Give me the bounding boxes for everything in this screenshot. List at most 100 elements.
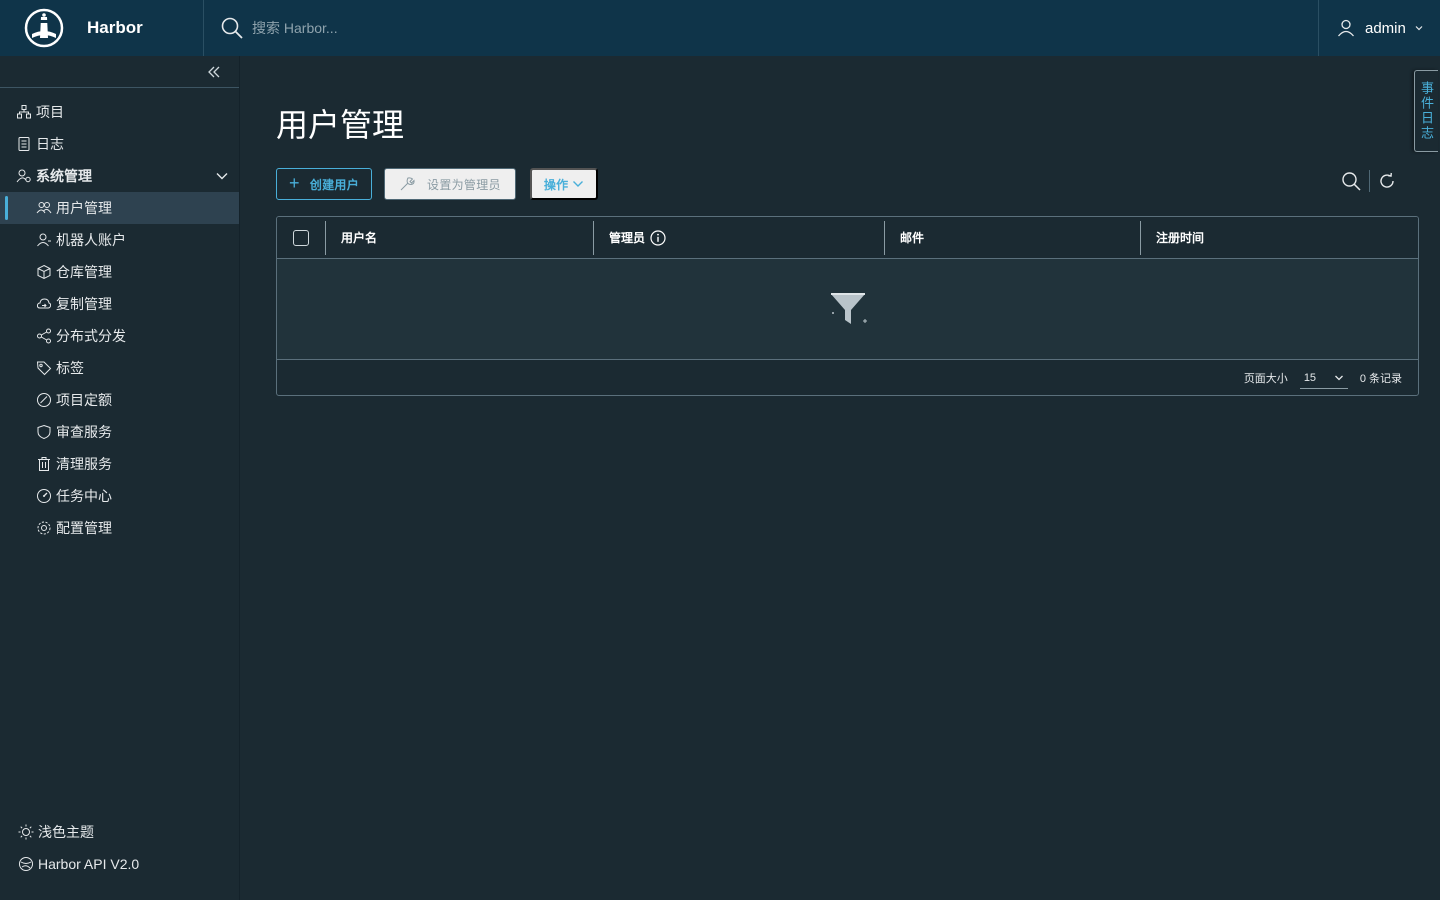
chevron-down-icon xyxy=(1415,26,1423,31)
select-all-cell xyxy=(277,217,325,259)
search-input[interactable] xyxy=(252,20,652,36)
sidebar-group-label: 系统管理 xyxy=(36,168,92,184)
set-admin-label: 设置为管理员 xyxy=(427,177,501,192)
sidebar-item-projects[interactable]: 项目 xyxy=(0,96,239,128)
sidebar-item-labels[interactable]: 标签 xyxy=(0,352,239,384)
sidebar-item-replications[interactable]: 复制管理 xyxy=(0,288,239,320)
sidebar: 项目 日志 系统管理 用户管理 机器人账户 仓库管理 复制管理 分布式分发 标签… xyxy=(0,56,240,900)
sidebar-item-label: 日志 xyxy=(36,136,64,152)
double-chevron-left-icon xyxy=(208,66,220,77)
event-log-tab[interactable]: 事件日志 xyxy=(1414,70,1438,152)
wrench-icon xyxy=(400,177,415,191)
chevron-down-icon xyxy=(1334,375,1343,380)
create-user-button[interactable]: + 创建用户 xyxy=(276,168,373,200)
tag-icon xyxy=(36,361,52,376)
toolbar: + 创建用户 设置为管理员 操作 xyxy=(276,168,599,200)
page-size-select[interactable]: 15 xyxy=(1299,367,1348,389)
sidebar-item-logs[interactable]: 日志 xyxy=(0,128,239,160)
api-explorer-link[interactable]: Harbor API V2.0 xyxy=(0,848,240,880)
sidebar-item-label: 清理服务 xyxy=(56,456,112,472)
column-label: 注册时间 xyxy=(1156,231,1205,245)
sidebar-footer: 浅色主题 Harbor API V2.0 xyxy=(0,816,240,880)
column-header-username[interactable]: 用户名 xyxy=(325,217,593,259)
page-title: 用户管理 xyxy=(276,107,405,143)
shield-icon xyxy=(37,424,51,440)
quota-icon xyxy=(37,393,51,407)
replication-icon xyxy=(36,298,52,309)
sidebar-item-label: 机器人账户 xyxy=(56,232,126,248)
sidebar-item-label: 配置管理 xyxy=(56,520,112,536)
plus-icon: + xyxy=(289,172,300,193)
projects-icon xyxy=(17,105,31,119)
column-header-email[interactable]: 邮件 xyxy=(884,217,1140,259)
sidebar-item-label: 用户管理 xyxy=(56,200,112,216)
event-log-label: 事件日志 xyxy=(1419,81,1434,141)
logs-icon xyxy=(18,137,30,151)
sidebar-item-distributions[interactable]: 分布式分发 xyxy=(0,320,239,352)
sidebar-item-project-quotas[interactable]: 项目定额 xyxy=(0,384,239,416)
trash-icon xyxy=(38,457,50,471)
registry-icon xyxy=(37,264,51,280)
column-label: 管理员 xyxy=(609,231,646,245)
global-search xyxy=(220,0,1320,56)
page-size-label: 页面大小 xyxy=(1243,373,1288,385)
gear-icon xyxy=(37,521,51,535)
page-size-value: 15 xyxy=(1303,371,1317,384)
sidebar-item-configuration[interactable]: 配置管理 xyxy=(0,512,239,544)
sidebar-item-label: 标签 xyxy=(56,360,84,376)
column-header-registration-time[interactable]: 注册时间 xyxy=(1140,217,1418,259)
search-icon xyxy=(221,17,243,39)
sidebar-item-label: 仓库管理 xyxy=(56,264,112,280)
sidebar-item-interrogation-services[interactable]: 审查服务 xyxy=(0,416,239,448)
total-records: 0 条记录 xyxy=(1359,373,1402,385)
user-menu[interactable]: admin xyxy=(1318,0,1440,56)
sidebar-group-system-admin[interactable]: 系统管理 xyxy=(0,160,239,192)
users-icon xyxy=(36,202,52,214)
api-explorer-label: Harbor API V2.0 xyxy=(38,856,140,872)
chevron-down-icon xyxy=(216,173,228,180)
sidebar-item-label: 审查服务 xyxy=(56,424,112,440)
tool-separator xyxy=(1369,170,1370,192)
brand[interactable]: Harbor xyxy=(0,0,204,56)
sidebar-item-label: 任务中心 xyxy=(56,488,112,504)
datagrid-header: 用户名 管理员 邮件 注册时间 xyxy=(277,217,1418,259)
admin-icon xyxy=(16,169,31,183)
datagrid-footer: 页面大小 15 0 条记录 xyxy=(277,360,1418,395)
top-header: Harbor admin xyxy=(0,0,1440,56)
column-label: 邮件 xyxy=(900,231,925,245)
select-all-checkbox[interactable] xyxy=(293,229,309,246)
username: admin xyxy=(1365,19,1406,37)
sidebar-item-label: 分布式分发 xyxy=(56,328,126,344)
users-datagrid: 用户名 管理员 邮件 注册时间 页面大小 15 0 条记录 xyxy=(276,216,1419,396)
user-icon xyxy=(1338,19,1354,37)
create-user-label: 创建用户 xyxy=(309,177,360,192)
sidebar-item-registries[interactable]: 仓库管理 xyxy=(0,256,239,288)
theme-toggle[interactable]: 浅色主题 xyxy=(0,816,240,848)
column-label: 用户名 xyxy=(341,231,378,245)
search-icon[interactable] xyxy=(1341,171,1361,191)
distribution-icon xyxy=(37,328,51,344)
job-icon xyxy=(37,489,51,503)
harbor-logo-icon xyxy=(24,8,64,48)
empty-filter-icon xyxy=(830,293,867,324)
api-icon xyxy=(19,857,33,871)
datagrid-empty-placeholder xyxy=(277,259,1418,360)
set-admin-button[interactable]: 设置为管理员 xyxy=(384,168,516,200)
actions-label: 操作 xyxy=(543,177,569,192)
refresh-icon[interactable] xyxy=(1378,172,1396,190)
theme-toggle-label: 浅色主题 xyxy=(38,824,94,840)
sidebar-item-robot-accounts[interactable]: 机器人账户 xyxy=(0,224,239,256)
sidebar-item-label: 项目 xyxy=(36,104,64,120)
sidebar-collapse-button[interactable] xyxy=(0,56,239,88)
sun-icon xyxy=(18,824,34,840)
sidebar-item-user-management[interactable]: 用户管理 xyxy=(0,192,239,224)
sidebar-item-label: 项目定额 xyxy=(56,392,112,408)
robot-icon xyxy=(37,233,51,247)
actions-dropdown[interactable]: 操作 xyxy=(529,168,599,200)
sidebar-item-label: 复制管理 xyxy=(56,296,112,312)
sidebar-item-job-service[interactable]: 任务中心 xyxy=(0,480,239,512)
info-circle-icon[interactable] xyxy=(650,229,666,246)
sidebar-item-clean-up[interactable]: 清理服务 xyxy=(0,448,239,480)
column-header-admin[interactable]: 管理员 xyxy=(593,217,884,259)
main-content: 用户管理 + 创建用户 设置为管理员 操作 用户名 管理员 邮件 注册时间 页面… xyxy=(240,56,1440,900)
